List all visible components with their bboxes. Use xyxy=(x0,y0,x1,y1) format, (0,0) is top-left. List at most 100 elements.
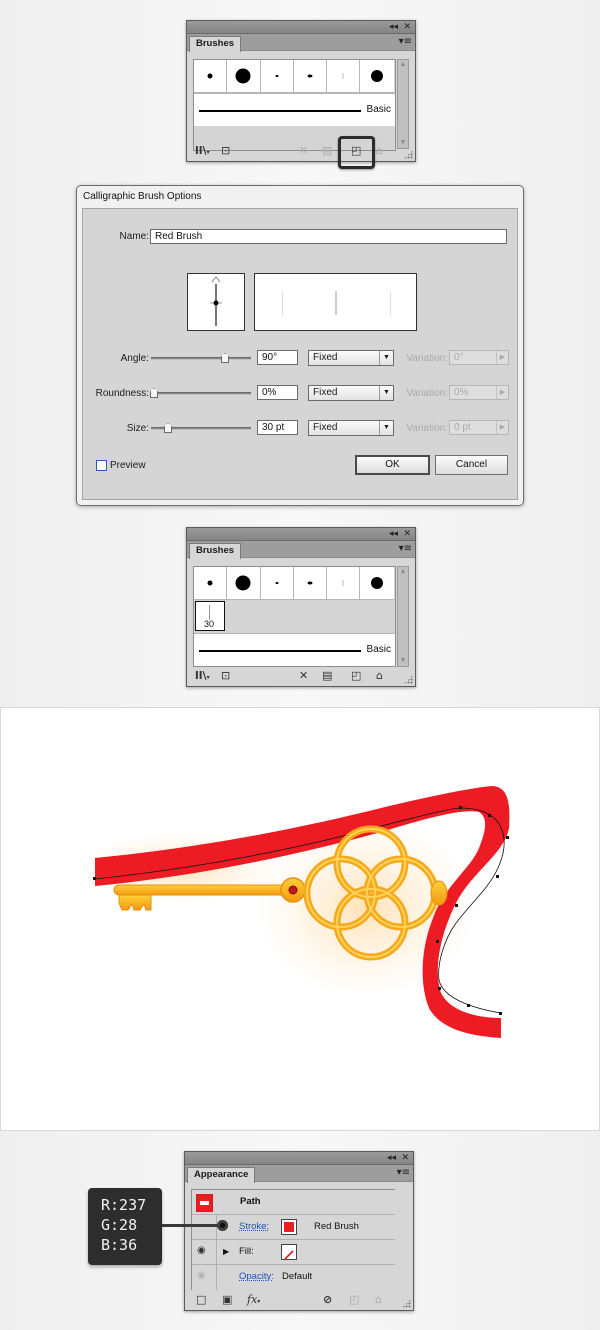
close-icon[interactable]: ✕ xyxy=(403,528,411,540)
brush-thumb-dot-small[interactable] xyxy=(194,567,228,600)
brush-thumb-dot-tiny[interactable] xyxy=(260,567,294,600)
add-new-fill-icon[interactable]: ▣ xyxy=(222,1293,232,1306)
angle-variation-input: 0° ▶ xyxy=(449,350,509,365)
preview-checkbox[interactable] xyxy=(96,460,107,471)
column-divider xyxy=(216,1265,217,1290)
scroll-up-icon[interactable]: ▲ xyxy=(398,60,408,70)
angle-slider[interactable] xyxy=(151,353,251,363)
brush-basic-row[interactable]: Basic xyxy=(194,633,395,666)
brush-basic-row[interactable]: Basic xyxy=(194,93,395,126)
appearance-row-opacity[interactable]: ◉ Opacity: Default xyxy=(192,1265,395,1290)
callout-pin xyxy=(217,1220,228,1231)
close-icon[interactable]: ✕ xyxy=(401,1152,409,1164)
fill-expand-triangle-icon[interactable]: ▶ xyxy=(223,1246,229,1258)
collapse-icon[interactable]: ◂◂ xyxy=(387,1152,396,1164)
column-divider xyxy=(216,1240,217,1264)
scroll-up-icon[interactable]: ▲ xyxy=(398,567,408,577)
roundness-mode-select[interactable]: Fixed ▼ xyxy=(308,385,394,401)
brush-thumb-dot-tiny[interactable] xyxy=(260,60,294,93)
new-brush-icon[interactable]: ◰ xyxy=(351,669,361,682)
callout-connector xyxy=(162,1224,222,1227)
brush-list-scrollbar[interactable]: ▲ ▼ xyxy=(397,59,409,149)
stroke-color-swatch[interactable] xyxy=(281,1219,297,1235)
delete-brush-icon[interactable]: ⌂ xyxy=(376,669,383,682)
resize-grip[interactable] xyxy=(402,1299,411,1308)
appearance-list: Path Stroke: Red Brush ◉ ▶ Fill: ◉ Opaci… xyxy=(191,1189,395,1290)
name-input[interactable]: Red Brush xyxy=(150,229,507,244)
size-variation-value: 0 pt xyxy=(454,422,471,433)
angle-roundness-preview[interactable] xyxy=(187,273,245,331)
roundness-label: Roundness: xyxy=(95,388,149,399)
panel-titlebar: ◂◂ ✕ xyxy=(187,528,415,541)
dialog-body: Name: Red Brush Angle: 90° Fixed ▼ Variat… xyxy=(82,208,518,500)
brush-thumb-dot-large-2[interactable] xyxy=(360,60,394,93)
fill-none-swatch[interactable] xyxy=(281,1244,297,1260)
brush-thumb-oval-small[interactable] xyxy=(293,567,328,600)
angle-mode-select[interactable]: Fixed ▼ xyxy=(308,350,394,366)
clear-appearance-icon[interactable]: ⊘ xyxy=(323,1293,332,1306)
brush-thumb-red-brush[interactable]: 30 xyxy=(195,601,225,631)
cancel-button[interactable]: Cancel xyxy=(435,455,508,475)
panel-menu-icon[interactable]: ▾≡ xyxy=(399,36,412,47)
options-selected-object-icon[interactable]: ▤ xyxy=(322,669,332,682)
brushes-panel-before: ◂◂ ✕ Brushes ▾≡ Basic ▲ ▼ ll\▾ ⊡ ✕ ▤ ◰ ⌂ xyxy=(186,20,416,162)
roundness-slider[interactable] xyxy=(150,388,251,398)
roundness-slider-thumb[interactable] xyxy=(150,388,158,398)
remove-brush-stroke-icon[interactable]: ✕ xyxy=(299,669,308,682)
resize-grip[interactable] xyxy=(404,675,413,684)
libraries-panel-icon[interactable]: ⊡ xyxy=(221,144,230,157)
brush-thumb-dot-large[interactable] xyxy=(227,567,261,600)
panel-menu-icon[interactable]: ▾≡ xyxy=(397,1167,410,1178)
path-thumbnail xyxy=(196,1194,213,1212)
brush-thumb-line-thin[interactable] xyxy=(327,60,361,93)
brush-row xyxy=(194,60,395,93)
close-icon[interactable]: ✕ xyxy=(403,21,411,33)
brush-thumb-line-thin[interactable] xyxy=(327,567,361,600)
libraries-panel-icon[interactable]: ⊡ xyxy=(221,669,230,682)
artboard xyxy=(0,707,600,1131)
brushes-panel-after: ◂◂ ✕ Brushes ▾≡ 30 Basic ▲ ▼ ll\▾ ⊡ ✕ ▤ … xyxy=(186,527,416,687)
appearance-row-fill[interactable]: ◉ ▶ Fill: xyxy=(192,1240,395,1265)
brush-thumb-oval-small[interactable] xyxy=(293,60,328,93)
add-new-stroke-icon[interactable]: □ xyxy=(196,1293,206,1306)
tab-appearance[interactable]: Appearance xyxy=(187,1167,256,1183)
angle-slider-thumb[interactable] xyxy=(221,353,229,363)
collapse-icon[interactable]: ◂◂ xyxy=(389,528,398,540)
opacity-label-link[interactable]: Opacity: xyxy=(239,1271,274,1283)
angle-label: Angle: xyxy=(120,353,149,364)
stroke-label-link[interactable]: Stroke: xyxy=(239,1221,269,1233)
ok-button[interactable]: OK xyxy=(355,455,430,475)
collapse-icon[interactable]: ◂◂ xyxy=(389,21,398,33)
size-mode-select[interactable]: Fixed ▼ xyxy=(308,420,394,436)
appearance-panel: ◂◂ ✕ Appearance ▾≡ Path Stroke: Red Brus… xyxy=(184,1151,414,1311)
tab-brushes[interactable]: Brushes xyxy=(189,543,242,559)
brush-thumb-dot-small[interactable] xyxy=(194,60,228,93)
no-fill-icon xyxy=(284,1250,294,1260)
panel-titlebar: ◂◂ ✕ xyxy=(187,21,415,34)
brush-libraries-icon[interactable]: ll\▾ xyxy=(195,669,210,684)
scroll-down-icon[interactable]: ▼ xyxy=(398,656,408,666)
preview-label[interactable]: Preview xyxy=(110,460,146,471)
size-input[interactable]: 30 pt xyxy=(257,420,298,435)
roundness-variation-input: 0% ▶ xyxy=(449,385,509,400)
brush-list-scrollbar[interactable]: ▲ ▼ xyxy=(397,566,409,667)
brush-size-label: 30 xyxy=(204,619,215,629)
artwork-canvas xyxy=(81,786,510,1038)
brush-thumb-dot-large[interactable] xyxy=(227,60,261,93)
visibility-eye-icon[interactable]: ◉ xyxy=(197,1246,206,1256)
brush-libraries-icon[interactable]: ll\▾ xyxy=(195,144,210,159)
size-slider-thumb[interactable] xyxy=(164,423,172,433)
stroke-brush-value: Red Brush xyxy=(314,1221,359,1232)
brush-thumb-dot-large-2[interactable] xyxy=(360,567,394,600)
resize-grip[interactable] xyxy=(404,150,413,159)
remove-brush-stroke-icon: ✕ xyxy=(299,144,309,157)
panel-menu-icon[interactable]: ▾≡ xyxy=(399,543,412,554)
tab-brushes[interactable]: Brushes xyxy=(189,36,242,52)
add-new-effect-icon[interactable]: fx▾ xyxy=(247,1293,260,1308)
roundness-input[interactable]: 0% xyxy=(257,385,298,400)
size-slider[interactable] xyxy=(151,423,251,433)
fill-label: Fill: xyxy=(239,1246,254,1257)
appearance-row-path[interactable]: Path xyxy=(192,1190,395,1215)
size-variation-label: Variation: xyxy=(406,423,448,434)
angle-input[interactable]: 90° xyxy=(257,350,298,365)
